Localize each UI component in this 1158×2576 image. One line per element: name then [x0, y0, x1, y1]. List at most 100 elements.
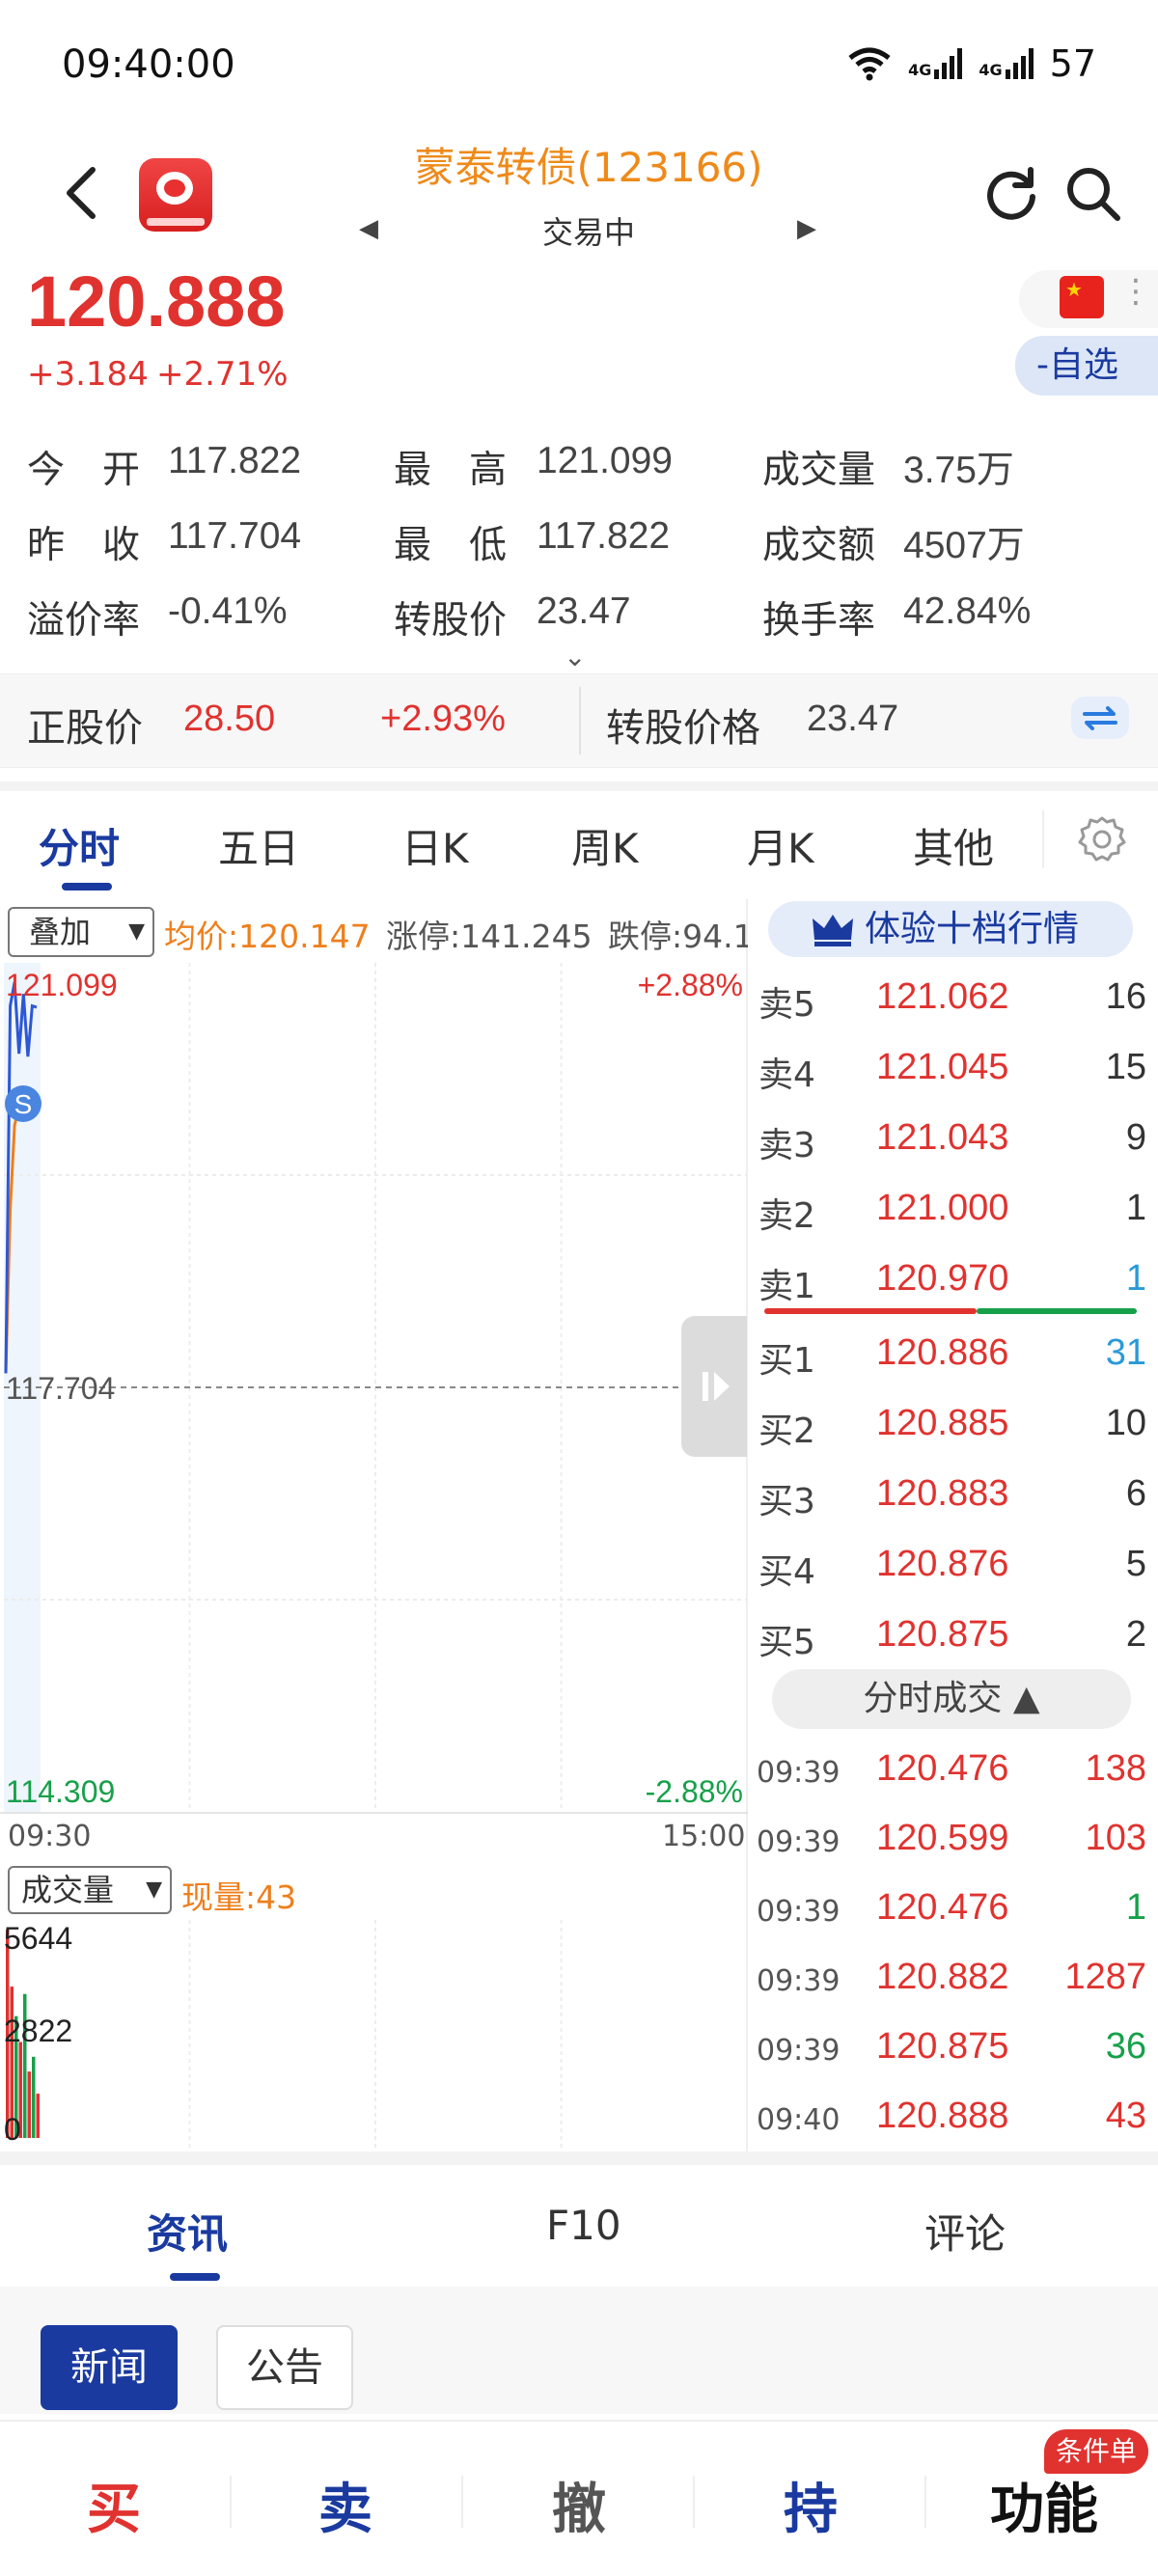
tab-intraday[interactable]: 分时 [39, 816, 120, 875]
ask-strength-bar [764, 1308, 977, 1314]
level-volume: 5 [1125, 1544, 1146, 1584]
tab-weekly-k[interactable]: 周K [571, 816, 639, 875]
volume-select[interactable]: 成交量 ▼ [8, 1866, 172, 1914]
status-icons: 4G 4G 57 [846, 42, 1096, 85]
vol-mid-label: 2822 [4, 2014, 72, 2048]
tick-time: 09:39 [757, 1756, 841, 1790]
time-axis-start: 09:30 [8, 1820, 92, 1853]
sell-button[interactable]: 卖 [318, 2466, 372, 2544]
swap-icon[interactable] [1071, 697, 1129, 739]
ask-row[interactable]: 卖2 121.000 1 [753, 1174, 1150, 1244]
stat-value: 23.47 [537, 590, 631, 632]
tick-volume: 1 [1125, 1887, 1146, 1928]
bid-row[interactable]: 买5 120.875 2 [753, 1601, 1150, 1670]
holdings-button[interactable]: 持 [784, 2466, 838, 2544]
chart-bottom-border [0, 1812, 748, 1814]
back-icon[interactable] [58, 162, 106, 224]
stat-value: 42.84% [903, 590, 1032, 632]
tick-row: 09:39 120.875 36 [753, 2014, 1150, 2084]
stat-label: 最 高 [394, 449, 508, 492]
time-axis-end: 15:00 [662, 1820, 746, 1853]
remove-watchlist-button[interactable]: -自选 [1015, 336, 1158, 396]
stat-value: -0.41% [168, 590, 288, 632]
pct-min-label: -2.88% [646, 1774, 743, 1809]
dropdown-caret-icon: ▼ [146, 1877, 162, 1902]
intraday-price-chart[interactable]: S 121.099 +2.88% 117.704 114.309 -2.88% [4, 963, 747, 1812]
conversion-price-label: 转股价格 [606, 706, 760, 751]
strip-divider [579, 687, 581, 754]
app-logo [139, 158, 212, 232]
cancel-order-button[interactable]: 撤 [552, 2466, 606, 2544]
overlay-select[interactable]: 叠加 ▼ [8, 907, 154, 957]
stat-label: 最 低 [394, 524, 508, 567]
wifi-icon [848, 47, 891, 81]
search-icon[interactable] [1063, 162, 1123, 224]
level-label: 卖2 [758, 1196, 815, 1236]
level-volume: 6 [1125, 1473, 1146, 1514]
collapse-panel-handle[interactable] [681, 1316, 747, 1457]
stat-value: 117.704 [168, 515, 302, 557]
settings-icon[interactable] [1075, 812, 1129, 866]
signal-marker-icon[interactable]: S [5, 1085, 41, 1122]
bottom-separator [230, 2476, 232, 2528]
announcement-chip[interactable]: 公告 [216, 2325, 353, 2410]
functions-button[interactable]: 功能 [990, 2466, 1098, 2544]
section-divider [0, 2151, 1158, 2165]
tab-five-day[interactable]: 五日 [218, 816, 299, 875]
ask-row[interactable]: 卖1 120.970 1 [753, 1245, 1150, 1314]
time-sales-toggle[interactable]: 分时成交 ▲ [772, 1669, 1131, 1729]
more-icon[interactable]: ⋮ [1119, 272, 1152, 311]
tab-indicator [62, 883, 112, 891]
bid-row[interactable]: 买2 120.885 10 [753, 1389, 1150, 1459]
stat-label: 溢价率 [27, 599, 141, 643]
price-change: +3.184 [27, 355, 149, 394]
tab-news[interactable]: 资讯 [147, 2202, 228, 2261]
refresh-icon[interactable] [982, 162, 1040, 224]
stat-label: 转股价 [394, 599, 508, 643]
tick-volume: 43 [1105, 2096, 1146, 2136]
level-label: 买3 [758, 1482, 815, 1521]
tick-price: 120.888 [876, 2096, 1009, 2136]
tab-daily-k[interactable]: 日K [401, 816, 469, 875]
stock-price-label: 正股价 [27, 706, 143, 751]
bid-row[interactable]: 买1 120.886 31 [753, 1319, 1150, 1388]
level-price: 121.062 [876, 976, 1009, 1017]
tick-price: 120.599 [876, 1818, 1009, 1858]
level-volume: 31 [1105, 1332, 1146, 1373]
volume-select-label: 成交量 [21, 1872, 115, 1908]
y-max-label: 121.099 [6, 968, 118, 1002]
stat-label: 昨 收 [27, 524, 141, 567]
bid-row[interactable]: 买3 120.883 6 [753, 1460, 1150, 1529]
tick-time: 09:39 [757, 1825, 841, 1859]
tab-comments[interactable]: 评论 [924, 2202, 1006, 2261]
volume-chart[interactable]: 5644 2822 0 [4, 1920, 747, 2148]
tab-other[interactable]: 其他 [913, 816, 994, 875]
last-price: 120.888 [27, 261, 286, 342]
news-chip[interactable]: 新闻 [41, 2325, 178, 2410]
expand-chevron-icon[interactable]: ⌄ [564, 641, 586, 672]
ask-row[interactable]: 卖3 121.043 9 [753, 1104, 1150, 1173]
level-price: 121.000 [876, 1188, 1009, 1228]
ask-row[interactable]: 卖5 121.062 16 [753, 963, 1150, 1032]
price-change-pct: +2.71% [156, 355, 289, 394]
ask-row[interactable]: 卖4 121.045 15 [753, 1033, 1150, 1103]
buy-button[interactable]: 买 [87, 2466, 141, 2544]
next-bond-arrow-icon[interactable]: ▶ [797, 214, 816, 243]
tick-volume: 1287 [1064, 1957, 1146, 1997]
bid-row[interactable]: 买4 120.876 5 [753, 1530, 1150, 1600]
info-tab-indicator [170, 2273, 220, 2281]
level-label: 买1 [758, 1341, 815, 1381]
status-time: 09:40:00 [62, 42, 235, 87]
bond-title[interactable]: 蒙泰转债(123166) [290, 135, 888, 194]
net-type-2: 4G [979, 61, 1003, 79]
signal-1-icon: 4G [908, 48, 963, 79]
conditional-order-badge[interactable]: 条件单 [1044, 2429, 1148, 2474]
bottom-separator [461, 2476, 463, 2528]
stock-price: 28.50 [183, 699, 276, 739]
tab-monthly-k[interactable]: 月K [747, 816, 814, 875]
level-label: 卖4 [758, 1055, 815, 1095]
tick-time: 09:39 [757, 1895, 841, 1929]
tab-f10[interactable]: F10 [546, 2202, 621, 2249]
stat-label: 成交额 [762, 524, 876, 567]
tick-volume: 138 [1085, 1748, 1146, 1789]
